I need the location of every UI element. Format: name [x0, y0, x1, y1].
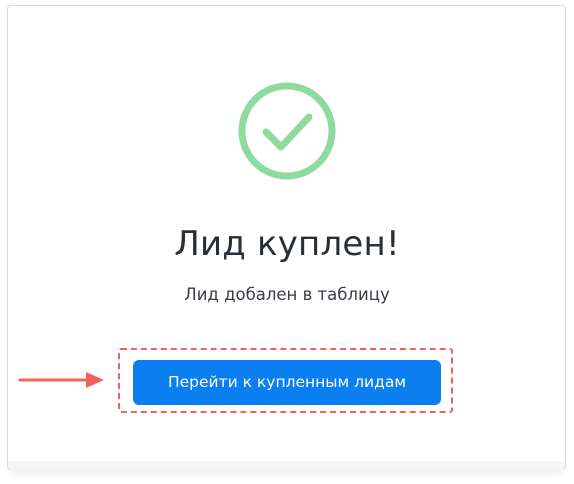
dialog-subtitle: Лид добален в таблицу — [184, 285, 390, 304]
dialog-title: Лид куплен! — [174, 224, 400, 264]
arrow-right-icon — [18, 372, 104, 388]
check-circle-icon — [238, 82, 336, 180]
dialog-footer-strip — [8, 461, 565, 470]
go-to-purchased-leads-button[interactable]: Перейти к купленным лидам — [133, 360, 441, 405]
